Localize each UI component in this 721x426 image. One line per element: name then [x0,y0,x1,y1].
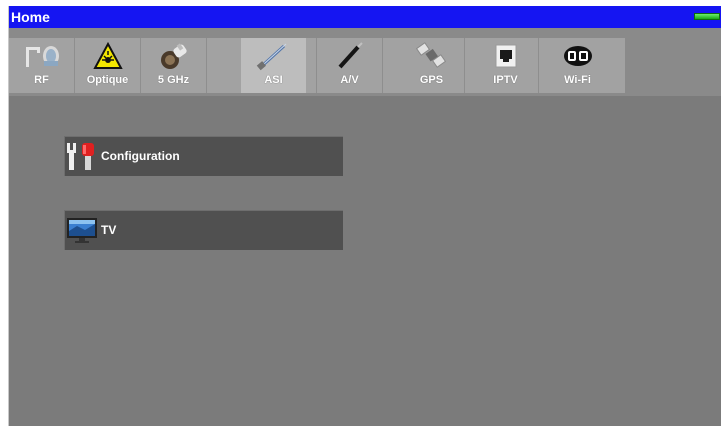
tab-label-5ghz: 5 GHz [157,74,190,86]
ethernet-port-icon [473,41,538,71]
tab-asi[interactable]: ASI [241,38,306,93]
tab-label-optique: Optique [86,74,129,86]
tab-divider [206,38,207,93]
battery-icon [694,13,720,20]
antenna-icon [141,41,206,71]
tv-label: TV [101,223,117,237]
tab-optique[interactable]: Optique [75,38,140,93]
tab-av[interactable]: A/V [317,38,382,93]
tab-label-av: A/V [340,74,359,86]
tab-bar: RF Optique 5 GHz ASI A/V GPS IPTV Wi-Fi [9,28,721,96]
configuration-button[interactable]: Configuration [64,136,343,176]
laser-warning-icon [75,41,140,71]
tab-label-rf: RF [34,74,49,86]
satellite-icon [399,41,464,71]
tab-label-gps: GPS [419,74,444,86]
tab-label-asi: ASI [264,74,283,86]
wifi-icon [545,41,610,71]
tools-icon [67,141,97,171]
tab-divider [382,38,383,93]
tab-label-wifi: Wi-Fi [564,74,591,86]
tv-icon [67,215,97,245]
tab-label-iptv: IPTV [493,74,518,86]
window-title: Home [11,9,50,25]
tv-button[interactable]: TV [64,210,343,250]
tab-iptv[interactable]: IPTV [473,38,538,93]
tab-divider [538,38,539,93]
tab-wifi[interactable]: Wi-Fi [545,38,610,93]
av-cable-icon [317,41,382,71]
tab-rf[interactable]: RF [9,38,74,93]
tab-strip: RF Optique 5 GHz ASI A/V GPS IPTV Wi-Fi [9,38,625,93]
configuration-label: Configuration [101,149,180,163]
title-bar: Home [9,6,721,28]
tab-5ghz[interactable]: 5 GHz [141,38,206,93]
tab-divider [464,38,465,93]
tab-gps[interactable]: GPS [399,38,464,93]
asi-cable-icon [241,41,306,71]
rf-connector-icon [9,41,74,71]
main-window: Home RF Optique 5 GHz ASI A/V GPS IPTV W… [8,6,721,426]
